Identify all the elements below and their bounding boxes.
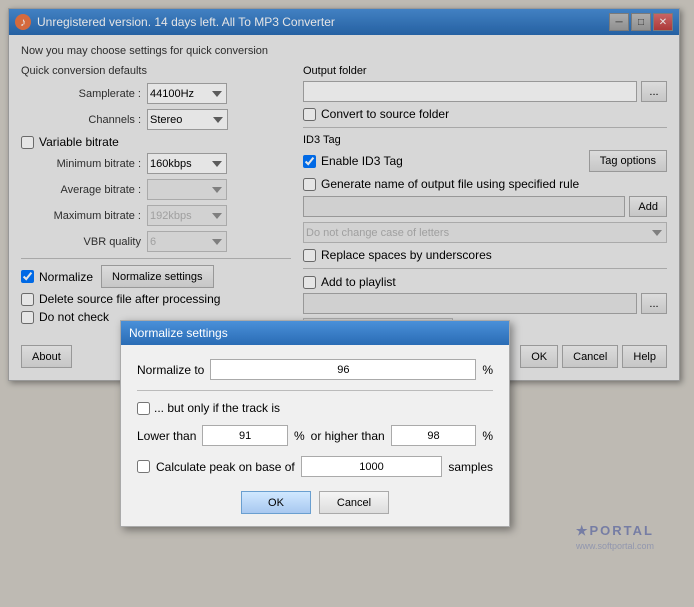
normalize-to-input[interactable]: [210, 359, 476, 380]
dialog-ok-button[interactable]: OK: [241, 491, 311, 514]
percent-higher-label: %: [482, 429, 493, 443]
lower-than-input[interactable]: [202, 425, 288, 446]
percent-lower-label: %: [294, 429, 305, 443]
dialog-title: Normalize settings: [121, 321, 509, 345]
calc-peak-checkbox[interactable]: [137, 460, 150, 473]
normalize-settings-dialog: Normalize settings Normalize to % ... bu…: [120, 320, 510, 527]
dialog-cancel-button[interactable]: Cancel: [319, 491, 389, 514]
samples-input[interactable]: [301, 456, 443, 477]
normalize-to-label: Normalize to: [137, 363, 204, 377]
normalize-to-row: Normalize to %: [137, 359, 493, 380]
higher-than-input[interactable]: [391, 425, 477, 446]
range-row: Lower than % or higher than %: [137, 425, 493, 446]
lower-than-label: Lower than: [137, 429, 196, 443]
but-only-checkbox[interactable]: [137, 402, 150, 415]
samples-label: samples: [448, 460, 493, 474]
percent-label: %: [482, 363, 493, 377]
calc-peak-label: Calculate peak on base of: [156, 460, 295, 474]
but-only-row[interactable]: ... but only if the track is: [137, 401, 493, 415]
dialog-buttons: OK Cancel: [137, 491, 493, 514]
but-only-label: ... but only if the track is: [154, 401, 280, 415]
or-higher-label: or higher than: [311, 429, 385, 443]
dialog-content: Normalize to % ... but only if the track…: [121, 345, 509, 526]
peak-row[interactable]: Calculate peak on base of samples: [137, 456, 493, 477]
